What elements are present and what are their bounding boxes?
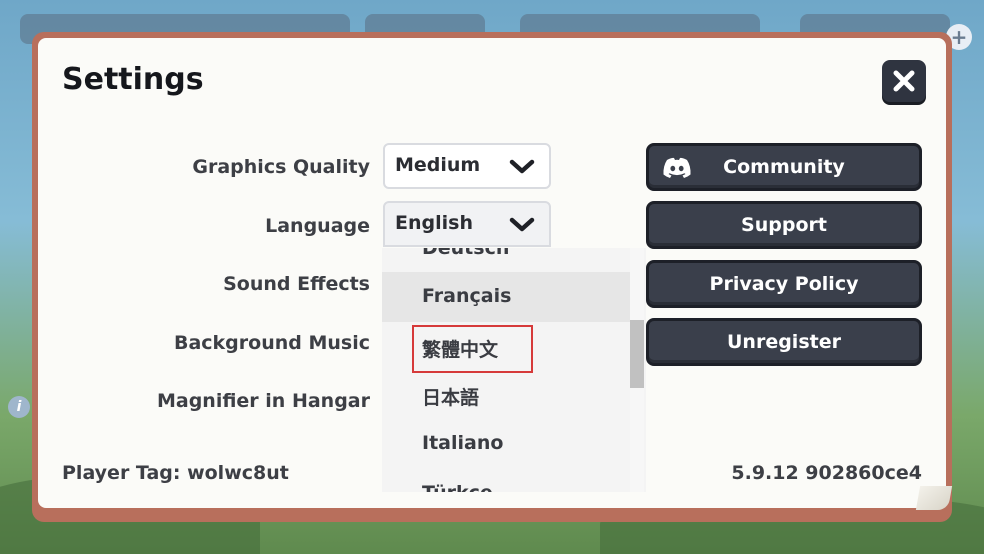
close-button[interactable] <box>882 60 926 102</box>
dialog-title: Settings <box>62 62 204 97</box>
language-option-label: Italiano <box>422 432 504 454</box>
language-option-italiano[interactable]: Italiano <box>382 419 630 469</box>
language-option-label: 日本語 <box>422 387 480 409</box>
magnifier-label: Magnifier in Hangar <box>156 390 370 412</box>
language-option-deutsch[interactable]: Deutsch <box>382 248 630 274</box>
language-option-turkce[interactable]: Türkçe <box>382 469 630 492</box>
language-value: English <box>395 212 473 234</box>
background-music-label: Background Music <box>173 332 370 354</box>
support-button[interactable]: Support <box>646 201 922 249</box>
community-button[interactable]: Community <box>646 143 922 191</box>
language-dropdown[interactable]: English <box>383 201 551 247</box>
support-label: Support <box>741 214 827 236</box>
sound-effects-label: Sound Effects <box>223 273 370 295</box>
player-tag: Player Tag: wolwc8ut <box>62 462 289 484</box>
language-label: Language <box>265 215 370 237</box>
language-option-label: Türkçe <box>422 482 493 492</box>
privacy-policy-button[interactable]: Privacy Policy <box>646 260 922 308</box>
language-option-francais[interactable]: Français <box>382 272 630 322</box>
chevron-down-icon <box>509 159 535 174</box>
chevron-down-icon <box>509 217 535 232</box>
language-option-traditional-chinese[interactable]: 繁體中文 <box>382 322 630 373</box>
language-option-japanese[interactable]: 日本語 <box>382 370 630 420</box>
language-option-label: Deutsch <box>422 248 510 259</box>
unregister-button[interactable]: Unregister <box>646 318 922 366</box>
version-text: 5.9.12 902860ce4 <box>731 462 922 484</box>
language-option-label: Français <box>422 285 512 307</box>
language-options-list[interactable]: Deutsch Français 繁體中文 日本語 Italiano Türkç… <box>382 248 646 492</box>
close-icon <box>893 70 915 92</box>
discord-icon <box>663 157 691 178</box>
privacy-policy-label: Privacy Policy <box>709 273 859 295</box>
community-label: Community <box>723 156 845 178</box>
background-info-icon: i <box>8 396 30 418</box>
graphics-quality-dropdown[interactable]: Medium <box>383 143 551 189</box>
language-option-label: 繁體中文 <box>422 339 499 361</box>
graphics-quality-label: Graphics Quality <box>192 156 370 178</box>
graphics-quality-value: Medium <box>395 154 481 176</box>
scrollbar-thumb[interactable] <box>630 320 644 388</box>
unregister-label: Unregister <box>727 331 841 353</box>
